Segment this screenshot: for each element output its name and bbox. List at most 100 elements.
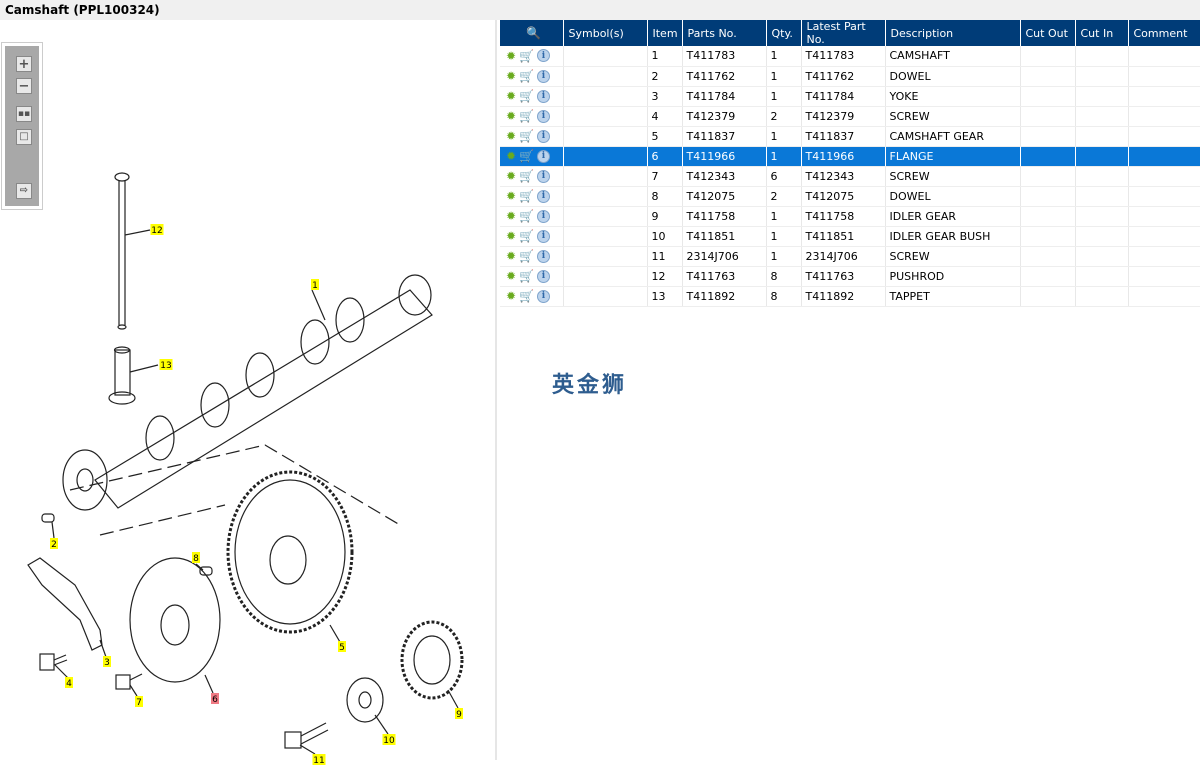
latest-part-no-cell: T411837 [801, 126, 886, 147]
actual-size-icon[interactable]: □ [16, 129, 32, 145]
gear-icon[interactable]: ✹ [506, 269, 516, 283]
qty-cell: 1 [766, 206, 802, 227]
watermark: 英金狮 [552, 373, 628, 398]
gear-icon[interactable]: ✹ [506, 69, 516, 83]
info-icon[interactable]: i [537, 109, 551, 123]
gear-icon[interactable]: ✹ [506, 189, 516, 203]
cart-icon[interactable]: 🛒 [519, 149, 534, 163]
zoom-in-icon[interactable]: + [16, 56, 32, 72]
column-header[interactable]: Comment [1128, 20, 1200, 46]
info-icon[interactable]: i [537, 269, 551, 283]
column-header[interactable]: Parts No. [682, 20, 767, 46]
callout-1[interactable]: 1 [311, 279, 319, 291]
info-icon[interactable]: i [537, 229, 551, 243]
callout-8[interactable]: 8 [192, 552, 200, 564]
latest-part-no-cell: T412075 [801, 186, 886, 207]
cart-icon[interactable]: 🛒 [519, 189, 534, 203]
gear-icon[interactable]: ✹ [506, 129, 516, 143]
comment-cell [1128, 186, 1200, 207]
symbol-cell [563, 246, 648, 267]
cart-icon[interactable]: 🛒 [519, 209, 534, 223]
part-no-cell: T411758 [682, 206, 767, 227]
column-header[interactable]: Latest Part No. [801, 20, 886, 46]
search-column-header[interactable]: 🔍 [500, 20, 564, 46]
comment-cell [1128, 106, 1200, 127]
info-icon[interactable]: i [537, 169, 551, 183]
description-cell: YOKE [885, 86, 1021, 107]
callout-4[interactable]: 4 [65, 677, 73, 689]
search-icon[interactable]: 🔍 [505, 26, 563, 40]
cart-icon[interactable]: 🛒 [519, 229, 534, 243]
export-icon[interactable]: ⇨ [16, 183, 32, 199]
table-row[interactable]: ✹ 🛒 i 4 T412379 2 T412379 SCREW [500, 106, 1200, 127]
table-row[interactable]: ✹ 🛒 i 12 T411763 8 T411763 PUSHROD [500, 266, 1200, 287]
cart-icon[interactable]: 🛒 [519, 69, 534, 83]
gear-icon[interactable]: ✹ [506, 49, 516, 63]
cart-icon[interactable]: 🛒 [519, 89, 534, 103]
callout-13[interactable]: 13 [159, 359, 173, 371]
table-row[interactable]: ✹ 🛒 i 9 T411758 1 T411758 IDLER GEAR [500, 206, 1200, 227]
callout-11[interactable]: 11 [312, 754, 326, 766]
gear-icon[interactable]: ✹ [506, 249, 516, 263]
description-cell: DOWEL [885, 186, 1021, 207]
table-row[interactable]: ✹ 🛒 i 13 T411892 8 T411892 TAPPET [500, 286, 1200, 307]
gear-icon[interactable]: ✹ [506, 109, 516, 123]
callout-label: 13 [160, 361, 171, 371]
callout-label: 5 [339, 643, 345, 653]
cart-icon[interactable]: 🛒 [519, 249, 534, 263]
table-row[interactable]: ✹ 🛒 i 3 T411784 1 T411784 YOKE [500, 86, 1200, 107]
table-row[interactable]: ✹ 🛒 i 1 T411783 1 T411783 CAMSHAFT [500, 46, 1200, 67]
info-icon[interactable]: i [537, 149, 551, 163]
callout-label: 1 [312, 281, 318, 291]
table-row[interactable]: ✹ 🛒 i 5 T411837 1 T411837 CAMSHAFT GEAR [500, 126, 1200, 147]
cut-in-cell [1075, 186, 1129, 207]
cart-icon[interactable]: 🛒 [519, 289, 534, 303]
cart-icon[interactable]: 🛒 [519, 129, 534, 143]
column-header[interactable]: Cut In [1075, 20, 1129, 46]
cart-icon[interactable]: 🛒 [519, 49, 534, 63]
info-icon[interactable]: i [537, 129, 551, 143]
info-icon[interactable]: i [537, 89, 551, 103]
column-header[interactable]: Cut Out [1020, 20, 1076, 46]
column-header[interactable]: Qty. [766, 20, 802, 46]
zoom-out-icon[interactable]: − [16, 78, 32, 94]
gear-icon[interactable]: ✹ [506, 149, 516, 163]
column-header[interactable]: Item [647, 20, 683, 46]
callout-5[interactable]: 5 [338, 641, 346, 653]
info-icon[interactable]: i [537, 69, 551, 83]
callout-7[interactable]: 7 [135, 696, 143, 708]
table-row[interactable]: ✹ 🛒 i 6 T411966 1 T411966 FLANGE [500, 146, 1200, 167]
info-icon[interactable]: i [537, 289, 551, 303]
description-cell: CAMSHAFT [885, 46, 1021, 67]
info-icon[interactable]: i [537, 209, 551, 223]
info-icon[interactable]: i [537, 249, 551, 263]
table-row[interactable]: ✹ 🛒 i 7 T412343 6 T412343 SCREW [500, 166, 1200, 187]
table-row[interactable]: ✹ 🛒 i 10 T411851 1 T411851 IDLER GEAR BUSH [500, 226, 1200, 247]
callout-12[interactable]: 12 [150, 224, 164, 236]
column-header[interactable]: Symbol(s) [563, 20, 648, 46]
column-header[interactable]: Description [885, 20, 1021, 46]
table-row[interactable]: ✹ 🛒 i 2 T411762 1 T411762 DOWEL [500, 66, 1200, 87]
callout-9[interactable]: 9 [455, 708, 463, 720]
row-actions: ✹ 🛒 i [500, 246, 564, 267]
part-no-cell: T411762 [682, 66, 767, 87]
callout-2[interactable]: 2 [50, 538, 58, 550]
gear-icon[interactable]: ✹ [506, 89, 516, 103]
gear-icon[interactable]: ✹ [506, 289, 516, 303]
item-cell: 2 [647, 66, 683, 87]
fit-all-icon[interactable]: ▪▪ [16, 106, 32, 122]
table-row[interactable]: ✹ 🛒 i 8 T412075 2 T412075 DOWEL [500, 186, 1200, 207]
info-icon[interactable]: i [537, 49, 551, 63]
callout-6[interactable]: 6 [211, 693, 219, 705]
window-title: Camshaft (PPL100324) [0, 0, 1200, 20]
cart-icon[interactable]: 🛒 [519, 169, 534, 183]
table-row[interactable]: ✹ 🛒 i 11 2314J706 1 2314J706 SCREW [500, 246, 1200, 267]
gear-icon[interactable]: ✹ [506, 229, 516, 243]
cart-icon[interactable]: 🛒 [519, 109, 534, 123]
cart-icon[interactable]: 🛒 [519, 269, 534, 283]
callout-3[interactable]: 3 [103, 656, 111, 668]
gear-icon[interactable]: ✹ [506, 209, 516, 223]
info-icon[interactable]: i [537, 189, 551, 203]
callout-10[interactable]: 10 [382, 734, 396, 746]
gear-icon[interactable]: ✹ [506, 169, 516, 183]
